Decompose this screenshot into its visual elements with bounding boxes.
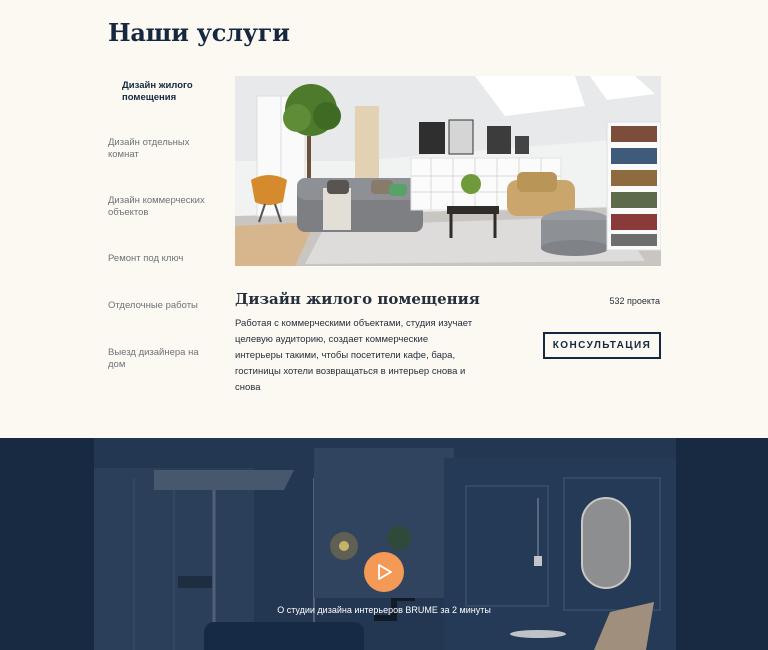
section-title: Наши услуги [108,18,290,47]
interior-video-image [94,438,676,650]
service-title: Дизайн жилого помещения [235,290,480,308]
service-description: Работая с коммерческими объектами, студи… [235,318,473,393]
video-preview[interactable] [94,438,676,650]
play-button[interactable] [364,552,404,592]
menu-item-residential-design[interactable]: Дизайн жилого помещения [122,80,232,104]
living-room-image [235,76,661,266]
service-photo [235,76,661,266]
project-count: 532 проекта [609,296,660,306]
menu-item-room-design[interactable]: Дизайн отдельных комнат [108,137,218,161]
services-section: Наши услуги Дизайн жилого помещения Диза… [0,0,768,438]
video-section: О студии дизайна интерьеров BRUME за 2 м… [0,438,768,650]
menu-item-turnkey-renovation[interactable]: Ремонт под ключ [108,253,218,265]
menu-item-commercial-design[interactable]: Дизайн коммерческих объектов [108,195,218,219]
menu-item-finishing-works[interactable]: Отделочные работы [108,300,218,312]
menu-item-designer-visit[interactable]: Выезд дизайнера на дом [108,347,218,371]
play-icon [378,564,392,580]
consultation-button[interactable]: КОНСУЛЬТАЦИЯ [543,332,661,359]
video-caption: О студии дизайна интерьеров BRUME за 2 м… [277,605,491,615]
